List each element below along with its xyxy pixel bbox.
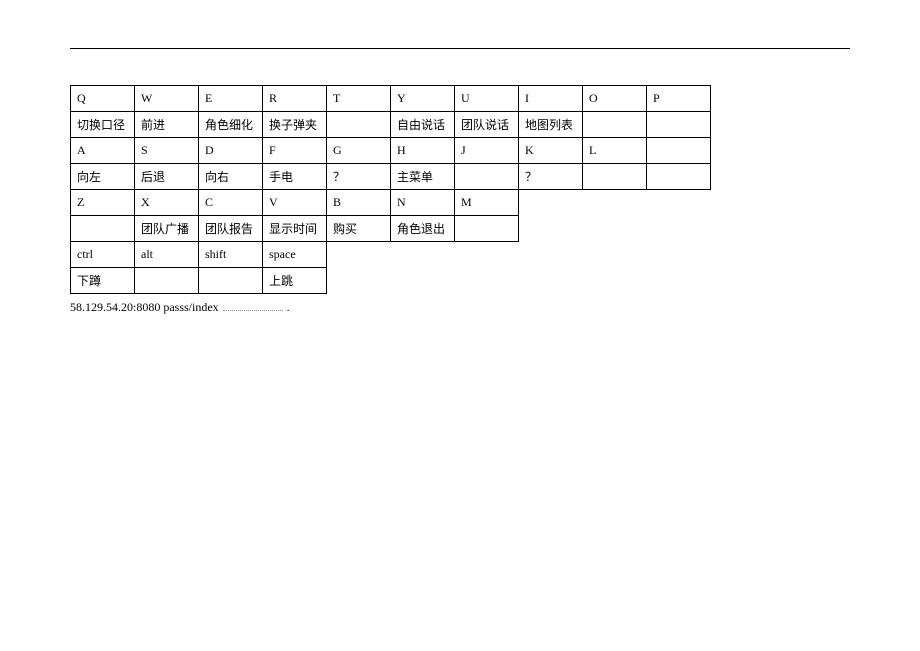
key-cell: G — [327, 138, 391, 164]
key-cell: A — [71, 138, 135, 164]
key-cell — [647, 138, 711, 164]
key-cell: R — [263, 86, 327, 112]
action-cell: 地图列表 — [519, 112, 583, 138]
action-cell: 下蹲 — [71, 268, 135, 294]
action-cell — [199, 268, 263, 294]
table-row: 切换口径 前进 角色细化 换子弹夹 自由说话 团队说话 地图列表 — [71, 112, 711, 138]
action-cell — [455, 164, 519, 190]
action-cell — [647, 112, 711, 138]
key-cell: E — [199, 86, 263, 112]
action-cell: 切换口径 — [71, 112, 135, 138]
document-page: Q W E R T Y U I O P 切换口径 前进 角色细化 换子弹夹 自由… — [0, 0, 920, 315]
action-cell — [135, 268, 199, 294]
action-cell: 上跳 — [263, 268, 327, 294]
table-row: Q W E R T Y U I O P — [71, 86, 711, 112]
key-cell: F — [263, 138, 327, 164]
empty-region — [327, 242, 519, 294]
action-cell: 后退 — [135, 164, 199, 190]
action-cell — [583, 112, 647, 138]
key-cell: K — [519, 138, 583, 164]
action-cell: 角色退出 — [391, 216, 455, 242]
footer-line: 58.129.54.20:8080 passs/index. — [70, 300, 850, 315]
key-cell: U — [455, 86, 519, 112]
action-cell: 自由说话 — [391, 112, 455, 138]
action-cell — [455, 216, 519, 242]
key-cell: P — [647, 86, 711, 112]
key-cell: M — [455, 190, 519, 216]
key-cell: N — [391, 190, 455, 216]
key-cell: V — [263, 190, 327, 216]
key-cell: B — [327, 190, 391, 216]
action-cell: 显示时间 — [263, 216, 327, 242]
action-cell — [71, 216, 135, 242]
action-cell: 团队说话 — [455, 112, 519, 138]
footer-text: 58.129.54.20:8080 passs/index — [70, 300, 219, 315]
action-cell: ？ — [327, 164, 391, 190]
action-cell: 团队广播 — [135, 216, 199, 242]
action-cell: 角色细化 — [199, 112, 263, 138]
action-cell: ？ — [519, 164, 583, 190]
key-cell: Z — [71, 190, 135, 216]
key-cell: O — [583, 86, 647, 112]
action-cell: 购买 — [327, 216, 391, 242]
key-cell: X — [135, 190, 199, 216]
key-cell: Y — [391, 86, 455, 112]
key-cell: W — [135, 86, 199, 112]
key-cell: S — [135, 138, 199, 164]
table-row: Z X C V B N M — [71, 190, 711, 216]
action-cell — [327, 112, 391, 138]
action-cell — [647, 164, 711, 190]
key-cell: J — [455, 138, 519, 164]
action-cell: 团队报告 — [199, 216, 263, 242]
action-cell: 前进 — [135, 112, 199, 138]
table-row: A S D F G H J K L — [71, 138, 711, 164]
key-cell: ctrl — [71, 242, 135, 268]
footer-trail: . — [287, 300, 290, 315]
key-cell: I — [519, 86, 583, 112]
key-cell: C — [199, 190, 263, 216]
empty-region — [519, 190, 711, 294]
table-row: 向左 后退 向右 手电 ？ 主菜单 ？ — [71, 164, 711, 190]
key-cell: alt — [135, 242, 199, 268]
key-cell: D — [199, 138, 263, 164]
key-cell: T — [327, 86, 391, 112]
action-cell: 换子弹夹 — [263, 112, 327, 138]
action-cell: 主菜单 — [391, 164, 455, 190]
key-cell: L — [583, 138, 647, 164]
key-cell: H — [391, 138, 455, 164]
action-cell: 向左 — [71, 164, 135, 190]
action-cell: 向右 — [199, 164, 263, 190]
dotted-underline — [223, 301, 283, 311]
action-cell: 手电 — [263, 164, 327, 190]
key-cell: space — [263, 242, 327, 268]
keybinding-table: Q W E R T Y U I O P 切换口径 前进 角色细化 换子弹夹 自由… — [70, 85, 711, 294]
action-cell — [583, 164, 647, 190]
key-cell: shift — [199, 242, 263, 268]
horizontal-rule — [70, 48, 850, 49]
key-cell: Q — [71, 86, 135, 112]
